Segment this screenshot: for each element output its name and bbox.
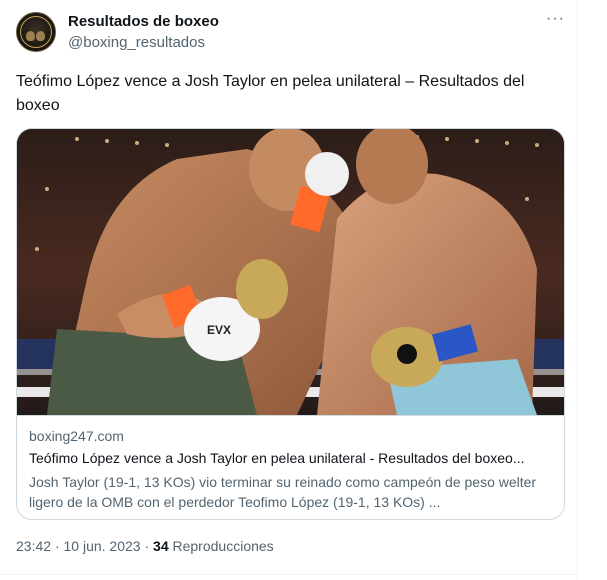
- tweet-text: Teófimo López vence a Josh Taylor en pel…: [16, 73, 525, 114]
- link-card[interactable]: EVX boxing247.com Teófimo López vence a …: [16, 128, 565, 520]
- svg-text:EVX: EVX: [207, 323, 231, 337]
- card-image: EVX: [17, 129, 564, 415]
- tweet-time[interactable]: 23:42: [16, 538, 51, 554]
- more-options-icon[interactable]: ···: [546, 10, 565, 28]
- meta-separator: ·: [54, 538, 64, 554]
- views-count: 34: [153, 538, 169, 554]
- tweet-meta: 23:42 · 10 jun. 2023 · 34 Reproducciones: [16, 538, 274, 554]
- author-display-name[interactable]: Resultados de boxeo: [68, 13, 219, 30]
- boxing-gloves-icon: [26, 28, 46, 41]
- tweet-date[interactable]: 10 jun. 2023: [64, 538, 141, 554]
- card-info: boxing247.com Teófimo López vence a Josh…: [17, 415, 564, 510]
- views-label: Reproducciones: [172, 538, 274, 554]
- bottom-divider: [0, 574, 577, 575]
- avatar[interactable]: [16, 12, 56, 52]
- card-description: Josh Taylor (19-1, 13 KOs) vio terminar …: [29, 474, 537, 510]
- card-title[interactable]: Teófimo López vence a Josh Taylor en pel…: [29, 450, 554, 466]
- column-divider: [577, 0, 578, 580]
- author-handle[interactable]: @boxing_resultados: [68, 34, 205, 51]
- meta-separator: ·: [144, 538, 154, 554]
- boxing-photo: EVX: [17, 129, 564, 415]
- card-domain[interactable]: boxing247.com: [29, 428, 124, 444]
